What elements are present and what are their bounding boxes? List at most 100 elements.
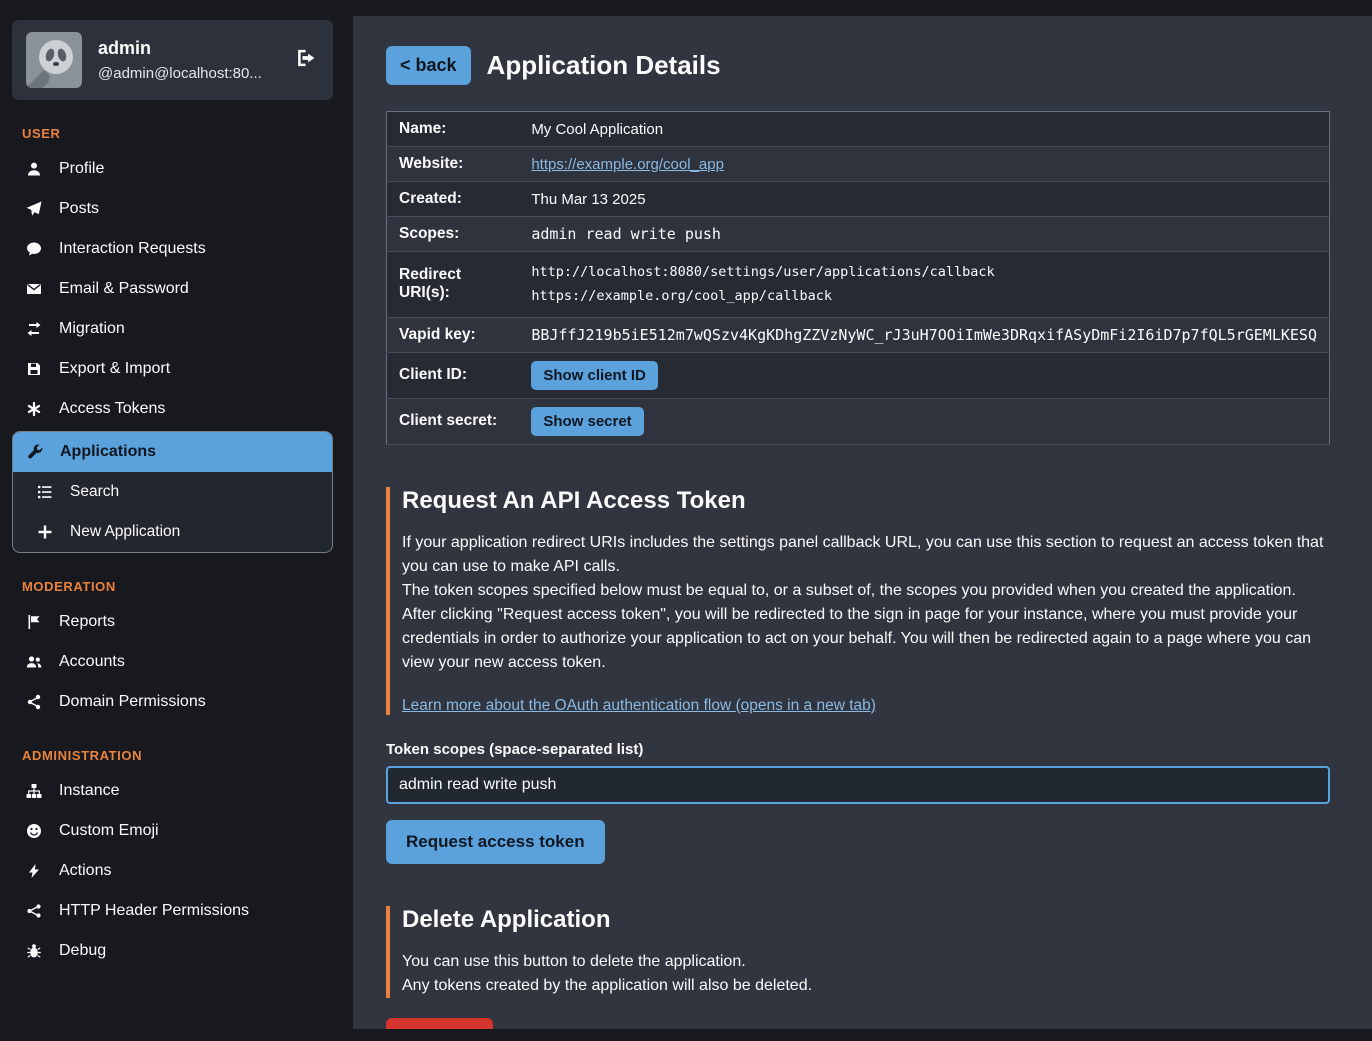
row-label: Scopes:: [387, 217, 520, 252]
sidebar-item-email-password[interactable]: Email & Password: [12, 269, 333, 309]
sidebar-item-profile[interactable]: Profile: [12, 149, 333, 189]
created-value: Thu Mar 13 2025: [519, 182, 1329, 217]
sidebar-item-instance[interactable]: Instance: [12, 771, 333, 811]
floppy-icon: [24, 361, 44, 378]
sidebar-item-label: New Application: [70, 523, 180, 541]
row-label: Client secret:: [387, 398, 520, 444]
sidebar-applications-group: Applications Search New Application: [12, 431, 333, 553]
sidebar-item-label: Domain Permissions: [59, 693, 206, 711]
paper-plane-icon: [24, 201, 44, 218]
show-client-id-button[interactable]: Show client ID: [531, 361, 658, 390]
sidebar-item-label: Custom Emoji: [59, 822, 159, 840]
sidebar-item-label: Posts: [59, 200, 99, 218]
row-label: Name:: [387, 112, 520, 147]
row-label: Client ID:: [387, 352, 520, 398]
delete-application-section: Delete Application You can use this butt…: [386, 906, 1330, 1029]
sidebar-item-label: Export & Import: [59, 360, 170, 378]
sidebar-item-label: Interaction Requests: [59, 240, 206, 258]
sidebar-section-user: USER: [22, 126, 333, 141]
website-link[interactable]: https://example.org/cool_app: [531, 156, 724, 173]
sidebar-item-label: Debug: [59, 942, 106, 960]
user-handle: @admin@localhost:80...: [98, 65, 275, 82]
sidebar-item-actions[interactable]: Actions: [12, 851, 333, 891]
sidebar-item-http-header-permissions[interactable]: HTTP Header Permissions: [12, 891, 333, 931]
list-icon: [35, 484, 55, 501]
row-label: Redirect URI(s):: [387, 252, 520, 318]
sidebar-item-debug[interactable]: Debug: [12, 931, 333, 971]
row-label: Created:: [387, 182, 520, 217]
oauth-docs-link[interactable]: Learn more about the OAuth authenticatio…: [402, 697, 876, 714]
redirect-uri-value: http://localhost:8080/settings/user/appl…: [531, 260, 1317, 284]
request-access-token-button[interactable]: Request access token: [386, 820, 605, 864]
user-icon: [24, 161, 44, 178]
sidebar-item-interaction-requests[interactable]: Interaction Requests: [12, 229, 333, 269]
share-nodes-icon: [24, 694, 44, 711]
user-info: admin @admin@localhost:80...: [98, 38, 275, 82]
sidebar-item-new-application[interactable]: New Application: [13, 512, 332, 552]
table-row: Website: https://example.org/cool_app: [387, 147, 1330, 182]
sidebar-item-applications-search[interactable]: Search: [13, 472, 332, 512]
share-icon: [24, 903, 44, 920]
envelope-icon: [24, 281, 44, 298]
sidebar-item-domain-permissions[interactable]: Domain Permissions: [12, 682, 333, 722]
flag-icon: [24, 614, 44, 631]
delete-application-intro: Delete Application You can use this butt…: [386, 906, 1330, 998]
sidebar-item-label: Accounts: [59, 653, 125, 671]
show-secret-button[interactable]: Show secret: [531, 407, 643, 436]
scopes-value: admin read write push: [519, 217, 1329, 252]
page-header: < back Application Details: [386, 46, 1330, 85]
table-row: Redirect URI(s): http://localhost:8080/s…: [387, 252, 1330, 318]
sidebar-section-administration: ADMINISTRATION: [22, 748, 333, 763]
application-details-table: Name: My Cool Application Website: https…: [386, 111, 1330, 445]
delete-button[interactable]: Delete: [386, 1018, 493, 1029]
wrench-icon: [25, 444, 45, 461]
sidebar-item-label: Applications: [60, 443, 156, 461]
sidebar-section-moderation: MODERATION: [22, 579, 333, 594]
sidebar-item-access-tokens[interactable]: Access Tokens: [12, 389, 333, 429]
sidebar-item-label: Search: [70, 483, 119, 501]
request-token-heading: Request An API Access Token: [402, 487, 1330, 515]
avatar: [26, 32, 82, 88]
delete-paragraph: You can use this button to delete the ap…: [402, 950, 1330, 974]
arrows-left-right-icon: [24, 321, 44, 338]
back-button[interactable]: < back: [386, 46, 471, 85]
delete-paragraph: Any tokens created by the application wi…: [402, 974, 1330, 998]
users-icon: [24, 654, 44, 671]
request-token-intro: Request An API Access Token If your appl…: [386, 487, 1330, 715]
sidebar-item-applications[interactable]: Applications: [13, 432, 332, 472]
table-row: Scopes: admin read write push: [387, 217, 1330, 252]
main-content: < back Application Details Name: My Cool…: [353, 16, 1372, 1029]
bolt-icon: [24, 863, 44, 880]
sidebar-item-posts[interactable]: Posts: [12, 189, 333, 229]
token-paragraph: If your application redirect URIs includ…: [402, 531, 1330, 579]
sidebar-item-migration[interactable]: Migration: [12, 309, 333, 349]
sidebar-item-custom-emoji[interactable]: Custom Emoji: [12, 811, 333, 851]
plus-icon: [35, 524, 55, 541]
token-scopes-input[interactable]: [386, 766, 1330, 804]
logout-icon[interactable]: [291, 44, 319, 77]
page-title: Application Details: [487, 50, 721, 81]
token-paragraph: After clicking "Request access token", y…: [402, 603, 1330, 675]
user-card[interactable]: admin @admin@localhost:80...: [12, 20, 333, 100]
sitemap-icon: [24, 783, 44, 800]
sidebar-item-label: HTTP Header Permissions: [59, 902, 249, 920]
token-scopes-label: Token scopes (space-separated list): [386, 741, 1330, 758]
asterisk-icon: [24, 401, 44, 418]
row-label: Vapid key:: [387, 317, 520, 352]
table-row: Vapid key: BBJffJ219b5iE512m7wQSzv4KgKDh…: [387, 317, 1330, 352]
smiley-icon: [24, 823, 44, 840]
sidebar-item-label: Migration: [59, 320, 125, 338]
sidebar-item-label: Instance: [59, 782, 119, 800]
table-row: Client ID: Show client ID: [387, 352, 1330, 398]
application-name-value: My Cool Application: [519, 112, 1329, 147]
sidebar-item-label: Email & Password: [59, 280, 189, 298]
token-paragraph: The token scopes specified below must be…: [402, 579, 1330, 603]
delete-application-heading: Delete Application: [402, 906, 1330, 934]
sidebar-item-accounts[interactable]: Accounts: [12, 642, 333, 682]
redirect-uri-value: https://example.org/cool_app/callback: [531, 284, 1317, 308]
sidebar-item-label: Reports: [59, 613, 115, 631]
sidebar-item-export-import[interactable]: Export & Import: [12, 349, 333, 389]
sidebar-item-reports[interactable]: Reports: [12, 602, 333, 642]
sidebar-item-label: Profile: [59, 160, 104, 178]
row-label: Website:: [387, 147, 520, 182]
